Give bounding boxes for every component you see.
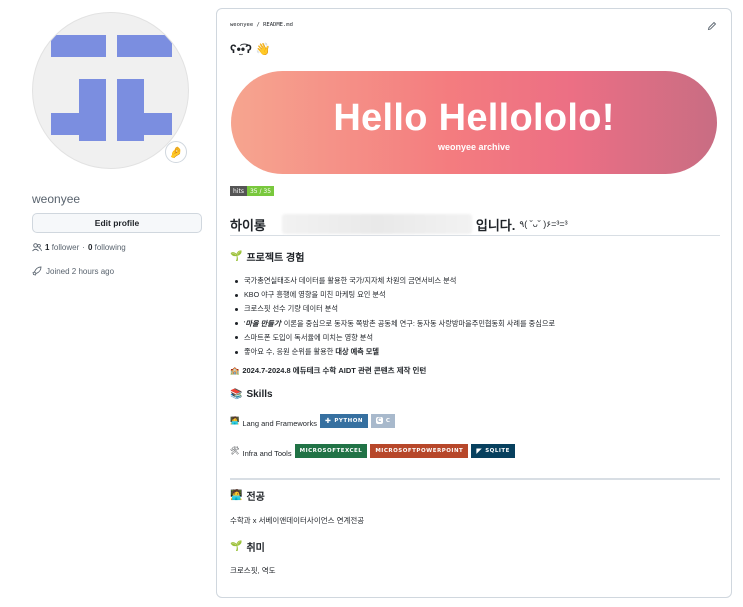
major-title: 전공	[246, 492, 265, 503]
hits-badge[interactable]: hits 35 / 35	[230, 186, 275, 196]
skills-title: Skills	[246, 389, 273, 400]
school-icon: 🏫	[230, 366, 240, 375]
intro-heading: 하이롱 입니다. ٩( ˘ᴗ˘ )۶=³=³	[230, 213, 720, 236]
profile-sidebar: 🤌 weonyee Edit profile 1 follower · 0 fo…	[0, 0, 210, 607]
blurred-typing-svg	[281, 214, 472, 234]
intro-prefix: 하이롱	[230, 217, 266, 233]
projects-heading: 🌱 프로젝트 경험	[230, 249, 304, 264]
sqlite-logo-icon: ◤	[476, 446, 483, 455]
intro-kaomoji: ٩( ˘ᴗ˘ )۶=³=³	[519, 218, 568, 229]
joined-info: Joined 2 hours ago	[32, 266, 114, 276]
intern-text: 2024.7-2024.8 에듀테크 수학 AIDT 관련 콘텐츠 제작 인턴	[242, 366, 427, 375]
major-text: 수학과 x 서베이앤데이터사이언스 연계전공	[230, 516, 365, 525]
readme-card: weonyee / README.md ʕ•̫͡•ʔ 👋 Hello Hello…	[216, 8, 732, 598]
skills-heading: 📚 Skills	[230, 389, 273, 400]
header-banner: Hello Hellololo! weonyee archive	[231, 71, 717, 174]
technologist-icon: 🧑‍💻	[230, 416, 240, 425]
python-logo-icon: ✚	[324, 416, 332, 425]
divider	[230, 478, 720, 480]
edit-profile-button[interactable]: Edit profile	[32, 213, 202, 233]
list-item: 국가총연실태조사 데이터를 활용한 국가/지자체 차원의 금연서비스 분석	[235, 274, 555, 288]
hits-value: 35 / 35	[246, 186, 275, 196]
bold-fragment: 마을 만들기	[245, 318, 281, 328]
major-heading: 🧑‍💻 전공	[230, 488, 265, 503]
lang-label: Lang and Frameworks	[242, 419, 317, 428]
rocket-icon	[32, 266, 42, 276]
avatar[interactable]	[32, 12, 189, 169]
banner-title: Hello Hellololo!	[333, 97, 615, 139]
books-icon: 📚	[230, 389, 243, 400]
hobby-text: 크로스핏, 역도	[230, 566, 276, 575]
readme-path[interactable]: weonyee / README.md	[230, 22, 293, 28]
following-link[interactable]: 0 following	[88, 243, 126, 252]
seedling-icon: 🌱	[230, 251, 243, 262]
seedling-icon: 🌱	[230, 541, 243, 552]
projects-list: 국가총연실태조사 데이터를 활용한 국가/지자체 차원의 금연서비스 분석 KB…	[235, 274, 555, 359]
sqlite-badge[interactable]: ◤ SQLITE	[471, 443, 515, 458]
pencil-icon[interactable]	[707, 21, 717, 31]
c-logo-icon: C	[376, 417, 383, 424]
hits-label: hits	[230, 186, 247, 196]
hobby-heading: 🌱 취미	[230, 539, 265, 554]
list-item: 좋아요 수, 응원 순위를 활용한 대상 예측 모델	[235, 345, 555, 359]
excel-badge[interactable]: MICROSOFTEXCEL	[294, 443, 368, 458]
list-item: KBO 야구 흥행에 영향을 미친 마케팅 요인 분석	[235, 288, 555, 302]
infra-row: 🛠 Infra and Tools MICROSOFTEXCEL MICROSO…	[230, 443, 515, 458]
follow-stats: 1 follower · 0 following	[32, 243, 126, 252]
powerpoint-badge[interactable]: MICROSOFTPOWERPOINT	[370, 443, 469, 458]
people-icon	[32, 243, 42, 252]
greeting-heading: ʕ•̫͡•ʔ 👋	[230, 42, 271, 56]
intern-line: 🏫 2024.7-2024.8 에듀테크 수학 AIDT 관련 콘텐츠 제작 인…	[230, 365, 426, 376]
banner-subtitle: weonyee archive	[437, 142, 511, 152]
projects-title: 프로젝트 경험	[246, 253, 305, 264]
joined-text: Joined 2 hours ago	[46, 266, 115, 276]
lang-row: 🧑‍💻 Lang and Frameworks ✚ PYTHON C C	[230, 413, 396, 428]
python-badge[interactable]: ✚ PYTHON	[319, 413, 368, 428]
separator: ·	[82, 243, 85, 252]
technologist-icon: 🧑‍💻	[230, 490, 243, 501]
tools-icon: 🛠	[230, 446, 240, 455]
status-emoji: 🤌	[169, 146, 183, 159]
greeting-text: ʕ•̫͡•ʔ	[230, 42, 252, 56]
list-item: 스마트폰 도입이 독서율에 미치는 영향 분석	[235, 331, 555, 345]
bold-fragment: 대상 예측 모델	[335, 347, 380, 357]
intro-suffix: 입니다.	[475, 217, 516, 233]
list-item: 크로스핏 선수 기량 데이터 분석	[235, 302, 555, 316]
status-emoji-badge[interactable]: 🤌	[165, 141, 187, 163]
hobby-title: 취미	[246, 543, 265, 554]
c-badge[interactable]: C C	[371, 413, 396, 428]
infra-label: Infra and Tools	[242, 449, 292, 458]
followers-link[interactable]: 1 follower	[45, 243, 79, 252]
avatar-container: 🤌	[32, 12, 189, 169]
list-item: '마을 만들기' 이론을 중심으로 동자동 쪽방촌 공동체 연구: 동자동 사랑…	[235, 317, 555, 331]
waving-hand-icon: 👋	[255, 42, 271, 56]
profile-username: weonyee	[32, 192, 81, 206]
